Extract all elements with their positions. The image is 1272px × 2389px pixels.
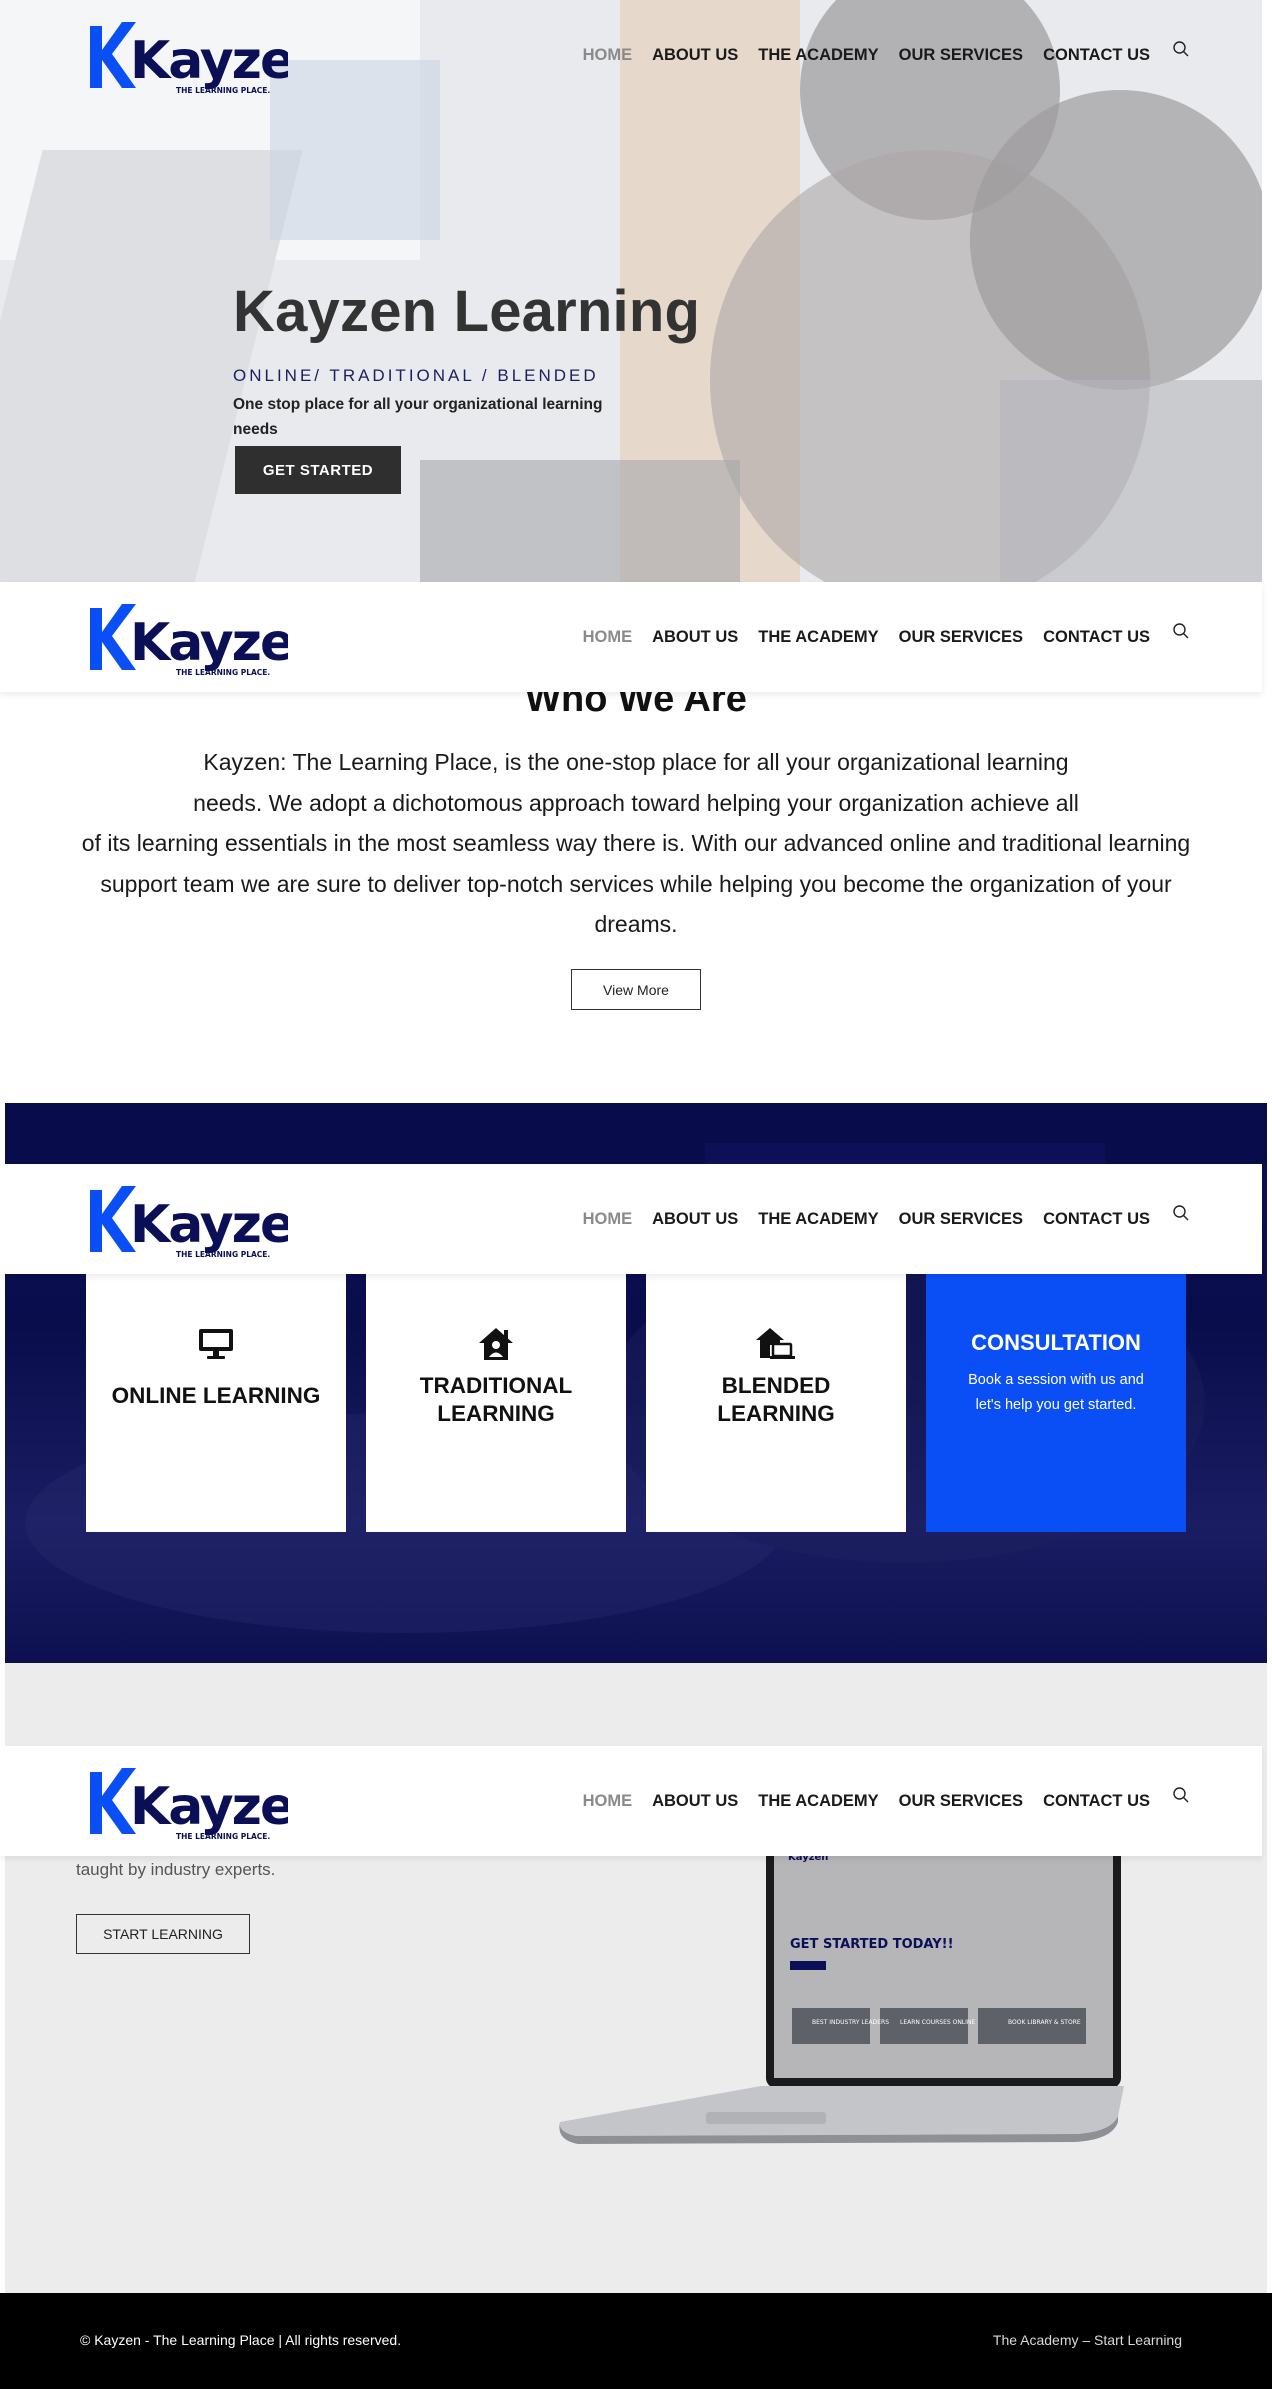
nav-home[interactable]: HOME [583,46,633,65]
start-learning-button[interactable]: START LEARNING [76,1914,250,1954]
main-nav: HOME ABOUT US THE ACADEMY OUR SERVICES C… [583,0,1150,110]
card-label-line: TRADITIONAL [419,1373,573,1398]
screen-tile: BOOK LIBRARY & STORE [1008,2019,1081,2026]
logo-tagline: THE LEARNING PLACE. [176,1250,270,1259]
hero-subtitle: ONLINE/ TRADITIONAL / BLENDED [233,366,599,385]
site-header: Kayzen THE LEARNING PLACE. HOME ABOUT US… [0,0,1262,110]
kayzen-logo[interactable]: Kayzen THE LEARNING PLACE. [88,1180,288,1260]
main-nav: HOME ABOUT US THE ACADEMY OUR SERVICES C… [583,1746,1150,1856]
nav-the-academy[interactable]: THE ACADEMY [758,1210,878,1229]
search-icon[interactable] [1172,1204,1192,1224]
card-label-line: LEARNING [437,1401,555,1426]
nav-about-us[interactable]: ABOUT US [652,1210,738,1229]
nav-home[interactable]: HOME [583,628,633,647]
kayzen-logo[interactable]: Kayzen THE LEARNING PLACE. [88,1762,288,1842]
card-label-line: BLENDED [721,1373,831,1398]
card-label: ONLINE LEARNING [111,1383,321,1408]
site-header: Kayzen THE LEARNING PLACE. HOME ABOUT US… [0,1164,1262,1274]
footer-copyright: © Kayzen - The Learning Place | All righ… [80,2332,402,2348]
hero-title: Kayzen Learning [233,279,701,344]
nav-contact-us[interactable]: CONTACT US [1043,46,1150,65]
nav-about-us[interactable]: ABOUT US [652,46,738,65]
main-nav: HOME ABOUT US THE ACADEMY OUR SERVICES C… [583,582,1150,692]
nav-our-services[interactable]: OUR SERVICES [899,46,1023,65]
screen-headline: GET STARTED TODAY!! [790,1937,954,1952]
kayzen-logo[interactable]: Kayzen THE LEARNING PLACE. [88,598,288,678]
nav-contact-us[interactable]: CONTACT US [1043,1210,1150,1229]
nav-our-services[interactable]: OUR SERVICES [899,628,1023,647]
search-icon[interactable] [1172,40,1192,60]
kayzen-logo[interactable]: Kayzen THE LEARNING PLACE. [88,16,288,96]
desktop-icon [198,1324,234,1364]
house-laptop-icon [756,1324,796,1364]
view-more-button[interactable]: View More [571,969,701,1010]
consultation-title: CONSULTATION [971,1330,1141,1355]
card-label: BLENDED LEARNING [717,1372,835,1428]
screen-tile: BEST INDUSTRY LEADERS [812,2019,889,2026]
consultation-line: Book a session with us and [968,1372,1144,1388]
nav-home[interactable]: HOME [583,1210,633,1229]
consultation-line: let's help you get started. [975,1397,1137,1413]
learning-description: taught by industry experts. [76,1860,276,1879]
consultation-text: Book a session with us and let's help yo… [956,1368,1156,1418]
nav-the-academy[interactable]: THE ACADEMY [758,46,878,65]
about-line: support team we are sure to deliver top-… [100,870,1172,897]
main-nav: HOME ABOUT US THE ACADEMY OUR SERVICES C… [583,1164,1150,1274]
site-header: Kayzen THE LEARNING PLACE. HOME ABOUT US… [0,1746,1262,1856]
logo-wordmark: Kayzen [130,613,288,673]
nav-home[interactable]: HOME [583,1792,633,1811]
service-card-online-learning[interactable]: ONLINE LEARNING [86,1260,346,1532]
logo-tagline: THE LEARNING PLACE. [176,1832,270,1841]
who-we-are-text: Kayzen: The Learning Place, is the one-s… [70,742,1202,945]
nav-the-academy[interactable]: THE ACADEMY [758,1792,878,1811]
card-label-line: LEARNING [717,1401,835,1426]
hero-description: One stop place for all your organization… [233,396,603,438]
about-line: Kayzen: The Learning Place, is the one-s… [203,749,1069,775]
site-header: Kayzen THE LEARNING PLACE. HOME ABOUT US… [0,582,1262,692]
laptop-mockup-image: Kayzen GET STARTED TODAY!! BEST INDUSTRY… [559,1836,1124,2144]
nav-the-academy[interactable]: THE ACADEMY [758,628,878,647]
screen-tile: LEARN COURSES ONLINE [900,2019,975,2026]
about-line: needs. We adopt a dichotomous approach t… [193,789,1079,816]
search-icon[interactable] [1172,1786,1192,1806]
nav-our-services[interactable]: OUR SERVICES [899,1792,1023,1811]
logo-tagline: THE LEARNING PLACE. [176,668,270,677]
footer-academy-link[interactable]: The Academy – Start Learning [993,2332,1182,2348]
nav-our-services[interactable]: OUR SERVICES [899,1210,1023,1229]
service-card-traditional-learning[interactable]: TRADITIONAL LEARNING [366,1260,626,1532]
logo-wordmark: Kayzen [130,1195,288,1255]
nav-about-us[interactable]: ABOUT US [652,1792,738,1811]
logo-wordmark: Kayzen [130,31,288,91]
search-icon[interactable] [1172,622,1192,642]
house-user-icon [478,1324,514,1364]
about-line: dreams. [594,911,678,937]
card-label: TRADITIONAL LEARNING [420,1372,572,1428]
nav-contact-us[interactable]: CONTACT US [1043,1792,1150,1811]
logo-wordmark: Kayzen [130,1777,288,1837]
nav-contact-us[interactable]: CONTACT US [1043,628,1150,647]
about-line: of its learning essentials in the most s… [81,830,1191,856]
logo-tagline: THE LEARNING PLACE. [176,86,270,95]
service-card-consultation[interactable]: CONSULTATION Book a session with us and … [926,1260,1186,1532]
get-started-button[interactable]: GET STARTED [235,446,401,494]
nav-about-us[interactable]: ABOUT US [652,628,738,647]
service-card-blended-learning[interactable]: BLENDED LEARNING [646,1260,906,1532]
